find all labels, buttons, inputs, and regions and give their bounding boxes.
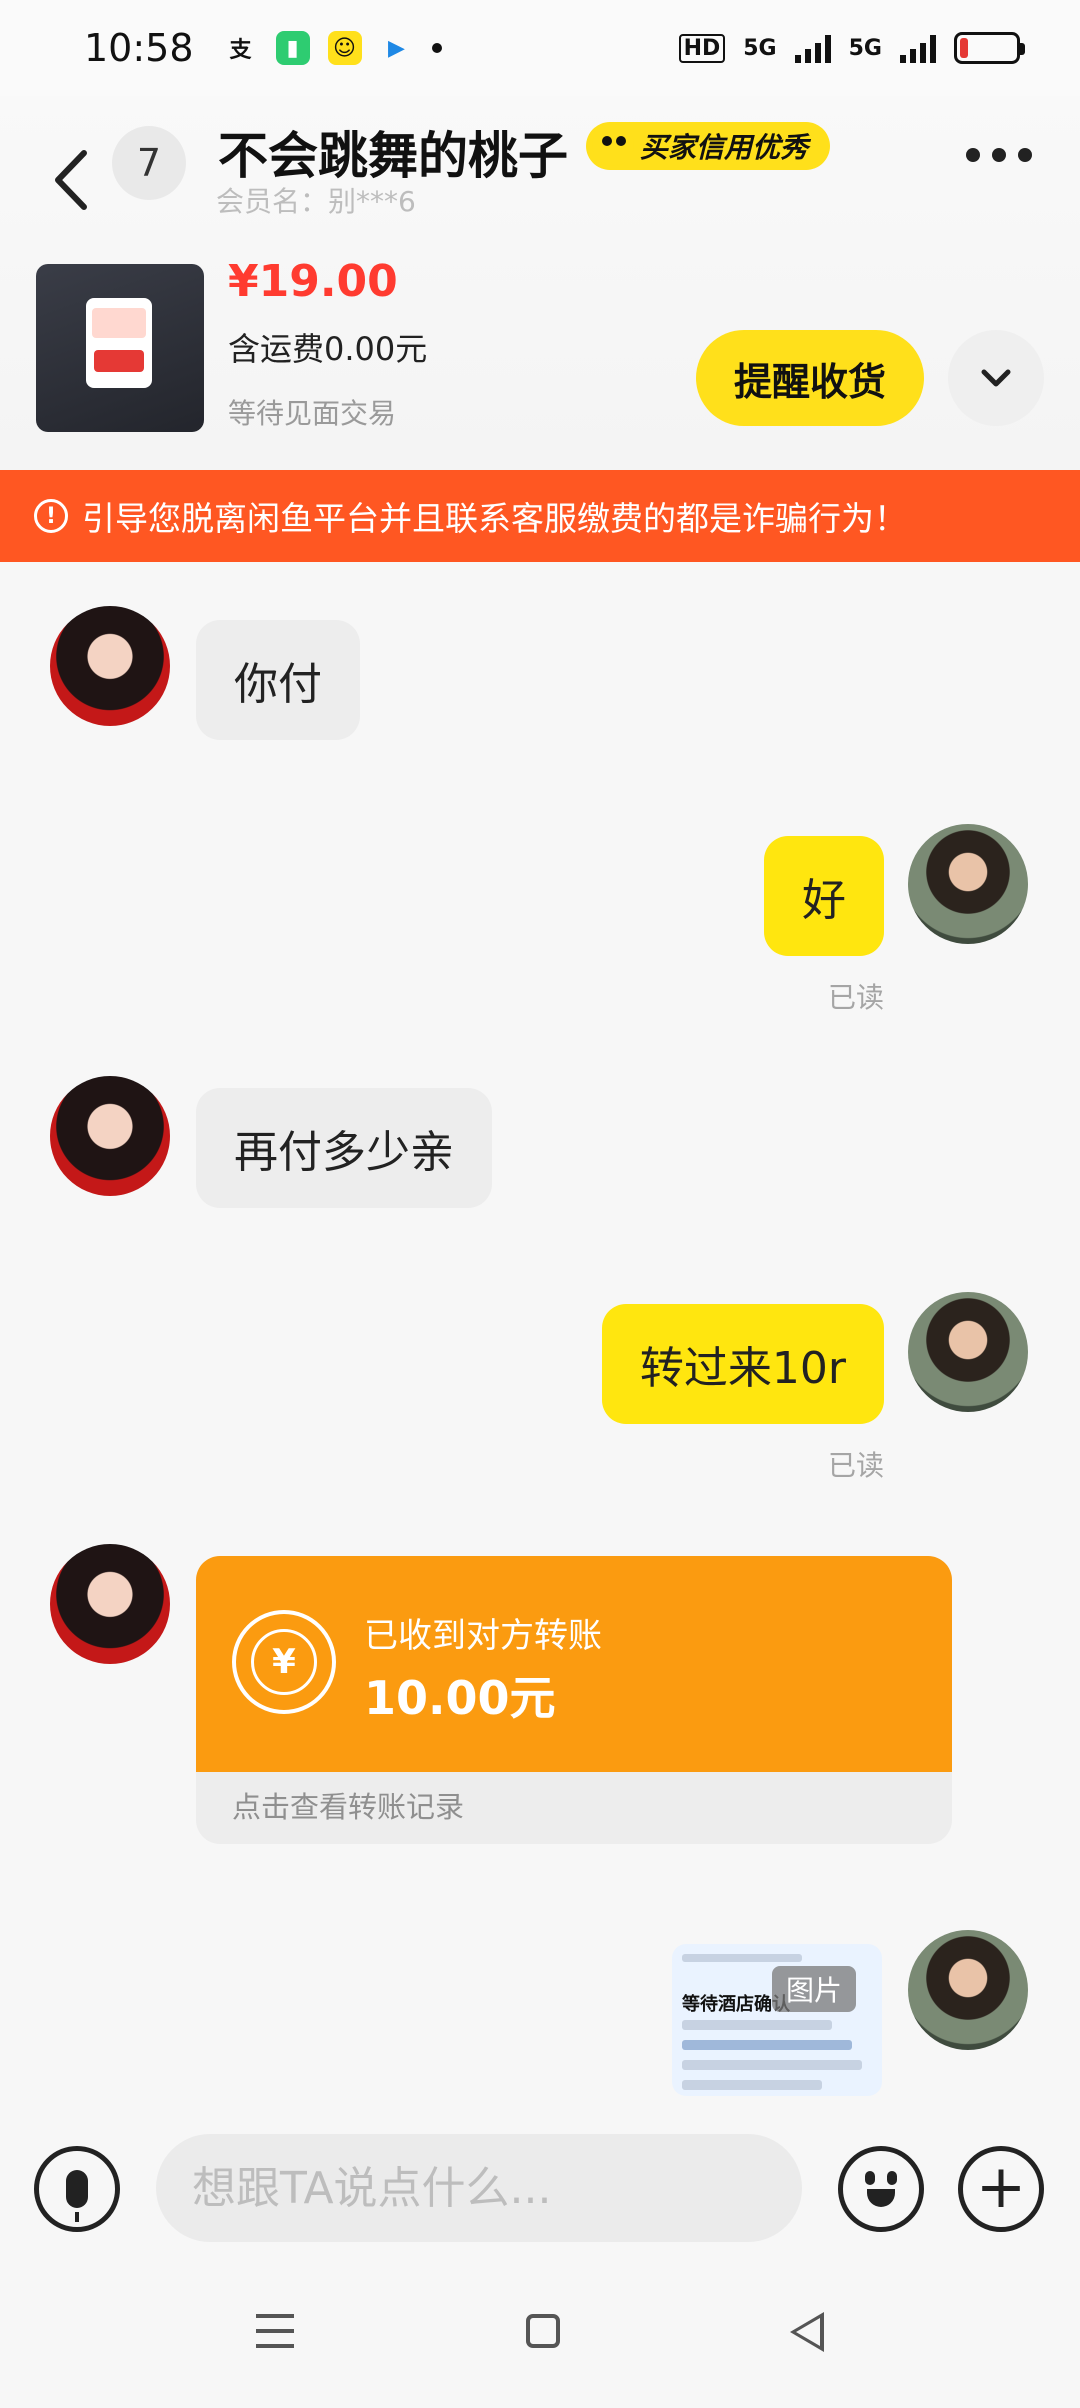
notification-dot	[431, 43, 442, 53]
unread-count-badge[interactable]: 7	[112, 126, 186, 200]
smile-icon	[867, 2189, 895, 2207]
contact-name[interactable]: 不会跳舞的桃子	[218, 116, 568, 188]
status-app-icons: 支 ▮ ☺ ▶	[224, 31, 442, 65]
alert-icon: !	[34, 499, 68, 533]
trade-status: 等待见面交易	[228, 397, 397, 430]
transfer-card[interactable]: ¥ 已收到对方转账 10.00元 点击查看转账记录	[196, 1556, 952, 1844]
message-input[interactable]	[156, 2134, 802, 2242]
message-bubble[interactable]: 转过来10r	[601, 1304, 884, 1424]
status-bar: 10:58 支 ▮ ☺ ▶ HD 5G 5G	[0, 0, 1080, 96]
image-preview-line	[682, 2040, 852, 2050]
input-bar: +	[0, 2108, 1080, 2264]
shipping-fee: 含运费0.00元	[228, 330, 428, 368]
product-thumbnail[interactable]	[36, 264, 204, 432]
transfer-record-link[interactable]: 点击查看转账记录	[232, 1784, 464, 1826]
home-icon[interactable]	[526, 2314, 560, 2348]
yen-icon: ¥	[251, 1629, 317, 1695]
image-preview-line	[682, 2080, 822, 2090]
more-dot-icon	[966, 148, 980, 162]
contact-avatar[interactable]	[50, 1076, 170, 1196]
transfer-title: 已收到对方转账	[364, 1616, 602, 1656]
message-bubble[interactable]: 再付多少亲	[196, 1088, 492, 1208]
smiley-icon	[592, 124, 634, 166]
status-indicators: HD 5G 5G	[678, 32, 1025, 64]
network-5g-label: 5G	[743, 35, 777, 61]
hd-icon: HD	[678, 33, 726, 63]
status-time: 10:58	[84, 26, 194, 70]
my-avatar[interactable]	[908, 824, 1028, 944]
product-image	[86, 298, 152, 388]
alipay-icon: 支	[229, 38, 252, 63]
microphone-icon	[66, 2170, 88, 2222]
chevron-down-icon	[981, 369, 1011, 387]
battery-level	[960, 38, 969, 58]
cartoon-app-icon: ☺	[327, 31, 362, 65]
credit-badge[interactable]: 买家信用优秀	[586, 122, 831, 170]
signal-icon-2	[900, 33, 936, 63]
chat-header: 7 不会跳舞的桃子 买家信用优秀 会员名：别***6 ¥19.00 含运费0.0…	[0, 96, 1080, 470]
transfer-amount: 10.00元	[364, 1671, 556, 1725]
back-button[interactable]	[52, 140, 96, 220]
transfer-card-body: ¥ 已收到对方转账 10.00元	[196, 1556, 952, 1772]
more-options-button[interactable]	[966, 148, 1032, 162]
voice-button[interactable]	[34, 2146, 120, 2232]
remind-receipt-button[interactable]: 提醒收货	[696, 330, 924, 426]
member-name: 会员名：别***6	[216, 185, 416, 218]
more-actions-button[interactable]: +	[958, 2146, 1044, 2232]
play-app-icon: ▶	[388, 35, 405, 61]
warning-text: 引导您脱离闲鱼平台并且联系客服缴费的都是诈骗行为！	[82, 499, 907, 538]
credit-badge-label: 买家信用优秀	[640, 131, 809, 164]
read-receipt: 已读	[827, 1449, 884, 1482]
message-bubble[interactable]: 好	[764, 836, 884, 956]
network-5g-label-2: 5G	[848, 35, 882, 61]
recent-apps-icon[interactable]	[256, 2314, 294, 2348]
image-message[interactable]: 等待酒店确认 图片	[672, 1944, 882, 2096]
expand-button[interactable]	[948, 330, 1044, 426]
contact-avatar[interactable]	[50, 1544, 170, 1664]
my-avatar[interactable]	[908, 1930, 1028, 2050]
fraud-warning-banner: ! 引导您脱离闲鱼平台并且联系客服缴费的都是诈骗行为！	[0, 470, 1080, 562]
chevron-left-icon	[55, 150, 87, 210]
image-preview-line	[682, 2060, 862, 2070]
read-receipt: 已读	[827, 981, 884, 1014]
signal-icon	[794, 33, 831, 63]
product-price: ¥19.00	[228, 256, 398, 307]
yen-transfer-icon: ¥	[232, 1610, 336, 1714]
system-nav-bar	[0, 2264, 1080, 2408]
image-preview-line	[682, 2020, 832, 2030]
my-avatar[interactable]	[908, 1292, 1028, 1412]
battery-app-icon: ▮	[275, 31, 310, 65]
message-bubble[interactable]: 你付	[196, 620, 360, 740]
more-dot-icon	[992, 148, 1006, 162]
image-tag: 图片	[772, 1966, 857, 2012]
emoji-button[interactable]	[838, 2146, 924, 2232]
battery-icon	[954, 32, 1025, 64]
image-preview-line	[682, 1954, 802, 1962]
more-dot-icon	[1018, 148, 1032, 162]
back-triangle-icon[interactable]	[790, 2312, 824, 2352]
contact-avatar[interactable]	[50, 606, 170, 726]
